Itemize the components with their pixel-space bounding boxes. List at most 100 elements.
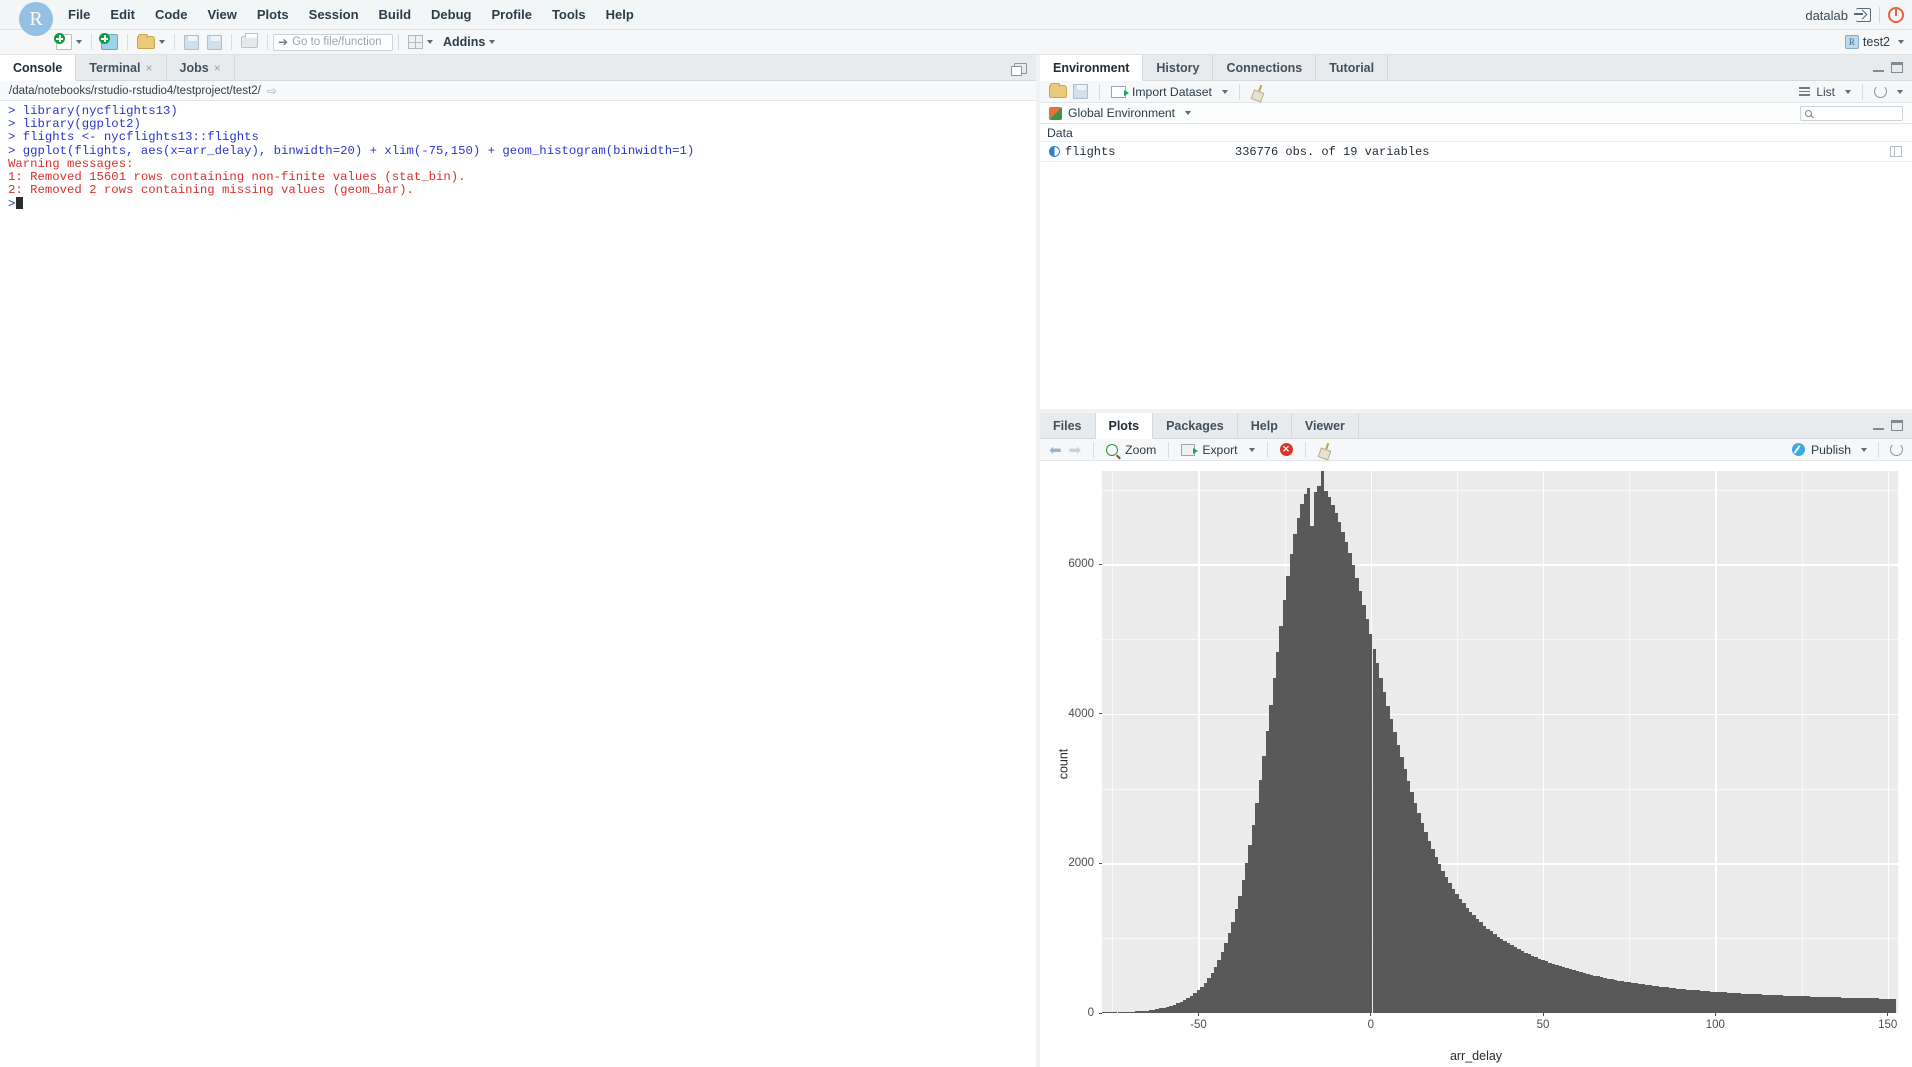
data-object-icon[interactable] <box>1049 146 1060 157</box>
menu-build[interactable]: Build <box>369 4 422 25</box>
menu-code[interactable]: Code <box>145 4 198 25</box>
save-button[interactable] <box>180 34 203 51</box>
save-workspace-icon[interactable] <box>1073 84 1088 99</box>
project-selector[interactable]: R test2 <box>1844 35 1904 49</box>
view-data-icon[interactable] <box>1890 146 1902 157</box>
x-tick-label: -50 <box>1190 1019 1207 1031</box>
remove-plot-icon[interactable]: ✕ <box>1279 443 1293 456</box>
workspace-panes-button[interactable] <box>404 34 437 50</box>
menu-view[interactable]: View <box>197 4 246 25</box>
tab-connections-label: Connections <box>1226 60 1303 75</box>
close-icon[interactable]: × <box>145 61 152 75</box>
environment-row-flights[interactable]: flights 336776 obs. of 19 variables <box>1040 142 1912 162</box>
x-tick-mark <box>1714 1013 1716 1016</box>
tab-jobs[interactable]: Jobs × <box>167 55 235 80</box>
broom-clear-icon[interactable] <box>1251 85 1265 99</box>
save-all-button[interactable] <box>203 34 226 51</box>
publish-button[interactable]: Publish <box>1811 443 1851 457</box>
zoom-button[interactable]: Zoom <box>1125 443 1156 457</box>
broom-clear-icon[interactable] <box>1318 443 1332 457</box>
tab-help[interactable]: Help <box>1238 413 1292 438</box>
environment-pane: Environment History Connections Tutorial… <box>1040 55 1912 413</box>
new-project-button[interactable] <box>97 33 122 51</box>
menu-session[interactable]: Session <box>299 4 369 25</box>
tab-terminal[interactable]: Terminal × <box>76 55 167 80</box>
tab-files[interactable]: Files <box>1040 413 1096 438</box>
tab-packages[interactable]: Packages <box>1153 413 1238 438</box>
chevron-down-icon[interactable] <box>76 40 82 44</box>
console-line: > library(nycflights13) <box>8 104 178 118</box>
tab-connections[interactable]: Connections <box>1213 55 1317 80</box>
tab-history-label: History <box>1156 60 1200 75</box>
menu-file[interactable]: File <box>58 4 100 25</box>
arrow-right-icon[interactable]: ➡ <box>1069 441 1082 459</box>
sign-out-icon[interactable] <box>1854 8 1871 22</box>
tab-tutorial-label: Tutorial <box>1329 60 1375 75</box>
divider <box>1304 441 1306 458</box>
print-button[interactable] <box>237 33 262 49</box>
tab-viewer[interactable]: Viewer <box>1292 413 1359 438</box>
chevron-down-icon[interactable] <box>1897 89 1903 94</box>
menu-plots[interactable]: Plots <box>247 4 299 25</box>
console-path-label: /data/notebooks/rstudio-rstudio4/testpro… <box>9 84 261 97</box>
tab-plots-label: Plots <box>1108 418 1140 433</box>
open-file-button[interactable] <box>133 33 169 50</box>
divider <box>1099 83 1100 100</box>
chevron-down-icon[interactable] <box>1861 447 1867 452</box>
goto-file-function-input[interactable]: ➔ Go to file/function <box>273 33 393 51</box>
y-gridline-major <box>1102 713 1898 716</box>
menu-tools[interactable]: Tools <box>542 4 596 25</box>
refresh-icon[interactable] <box>1874 85 1887 98</box>
tab-history[interactable]: History <box>1143 55 1214 80</box>
menu-edit[interactable]: Edit <box>100 4 145 25</box>
minimize-icon[interactable] <box>1873 63 1884 72</box>
export-button[interactable]: Export <box>1202 443 1237 457</box>
tab-plots[interactable]: Plots <box>1095 413 1154 439</box>
environment-search-input[interactable] <box>1800 105 1903 121</box>
environment-scope-label[interactable]: Global Environment <box>1068 106 1175 120</box>
arrow-left-icon[interactable]: ⬅ <box>1049 441 1062 459</box>
tab-tutorial[interactable]: Tutorial <box>1316 55 1389 80</box>
menu-profile[interactable]: Profile <box>481 4 541 25</box>
tab-environment[interactable]: Environment <box>1040 55 1144 81</box>
import-dataset-label[interactable]: Import Dataset <box>1132 85 1212 99</box>
divider <box>1168 441 1170 458</box>
save-all-icon <box>207 34 222 50</box>
global-environment-icon <box>1049 106 1062 120</box>
view-mode-label[interactable]: List <box>1816 85 1835 99</box>
chevron-down-icon[interactable] <box>1185 111 1192 115</box>
refresh-icon[interactable] <box>1890 443 1903 456</box>
plots-tab-bar: Files Plots Packages Help Viewer <box>1040 413 1912 439</box>
chevron-down-icon[interactable] <box>1898 40 1904 44</box>
console-line: > flights <- nycflights13::flights <box>8 130 259 145</box>
minimize-icon[interactable] <box>1873 421 1884 430</box>
power-icon[interactable] <box>1888 7 1904 23</box>
chevron-down-icon[interactable] <box>1221 89 1228 94</box>
chevron-down-icon[interactable] <box>1845 89 1851 94</box>
menu-help[interactable]: Help <box>596 4 644 25</box>
histogram-bar <box>1892 998 1897 1013</box>
chevron-down-icon[interactable] <box>489 40 496 44</box>
chevron-down-icon[interactable] <box>159 40 165 44</box>
maximize-icon[interactable] <box>1891 420 1903 431</box>
plot-canvas[interactable]: count arr_delay 0 2000 4000 6000 -50 0 50 100 15… <box>1040 461 1912 1067</box>
addins-button[interactable]: Addins <box>437 34 499 50</box>
divider <box>91 34 92 50</box>
load-workspace-icon[interactable] <box>1049 83 1067 98</box>
tab-console[interactable]: Console <box>0 55 77 81</box>
open-folder-icon <box>137 33 155 49</box>
maximize-icon[interactable] <box>1891 62 1903 73</box>
save-icon <box>184 34 199 50</box>
close-icon[interactable]: × <box>214 61 221 75</box>
new-file-button[interactable] <box>52 33 86 51</box>
menu-bar: R File Edit Code View Plots Session Buil… <box>0 0 1912 36</box>
chevron-down-icon[interactable] <box>427 40 433 44</box>
restore-window-icon[interactable] <box>1011 62 1027 76</box>
menu-debug[interactable]: Debug <box>421 4 481 25</box>
console-output[interactable]: > library(nycflights13) > library(ggplot… <box>0 101 1036 1067</box>
chevron-down-icon[interactable] <box>1248 447 1255 452</box>
open-directory-icon[interactable]: ⇨ <box>267 84 277 98</box>
environment-toolbar: Import Dataset List <box>1040 81 1912 103</box>
r-project-icon: R <box>1844 35 1859 49</box>
y-gridline-major <box>1102 564 1898 566</box>
